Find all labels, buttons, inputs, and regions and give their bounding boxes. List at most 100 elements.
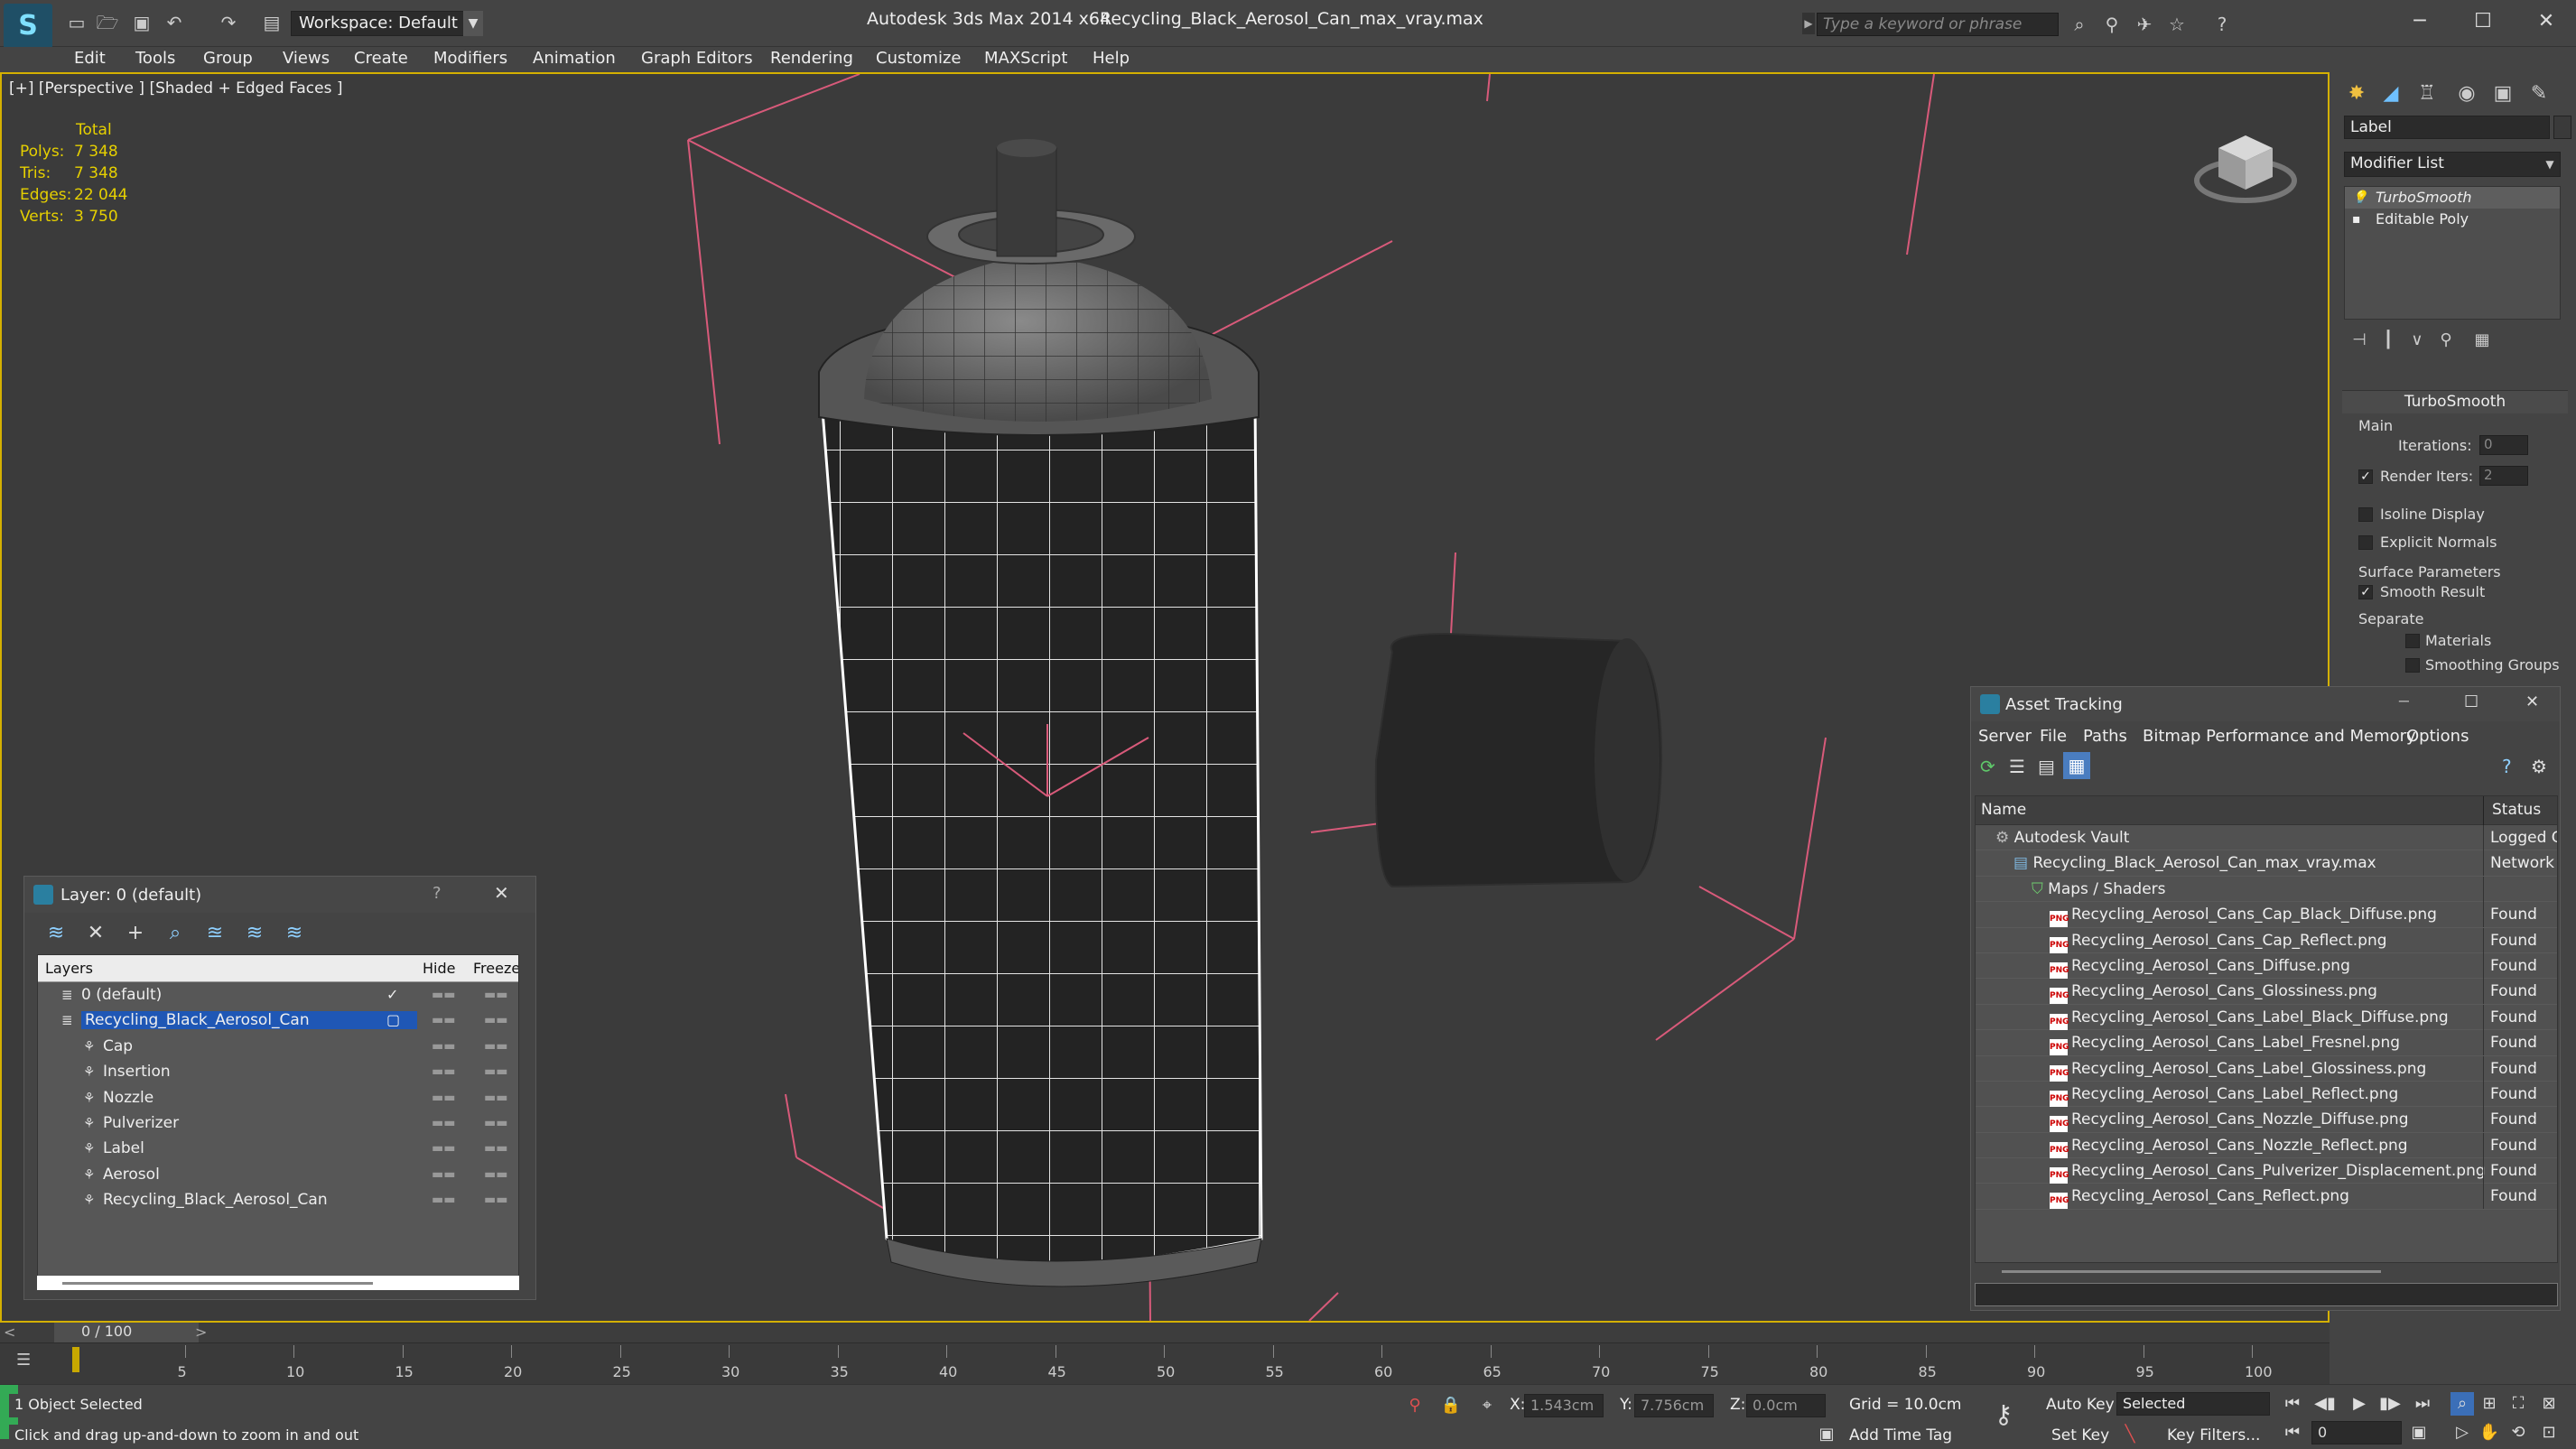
expand-icon[interactable]: ▪ — [2352, 212, 2361, 227]
smoothing-groups-checkbox[interactable] — [2405, 658, 2420, 673]
stack-item-editable-poly[interactable]: ▪ Editable Poly — [2345, 209, 2560, 230]
freeze-toggle[interactable]: ▬▬ — [484, 1091, 507, 1105]
next-frame-icon[interactable]: > — [195, 1324, 207, 1341]
minimize-icon[interactable]: ─ — [2399, 692, 2409, 711]
asset-row[interactable]: PNG Recycling_Aerosol_Cans_Pulverizer_Dis… — [1976, 1158, 2557, 1184]
field-of-view-icon[interactable]: ▷ — [2450, 1421, 2474, 1444]
column-header-status[interactable]: Status — [2492, 801, 2541, 819]
go-to-start-icon[interactable]: ⏮ — [2281, 1392, 2304, 1416]
zoom-extents-all-icon[interactable]: ⊠ — [2537, 1392, 2561, 1416]
redo-icon[interactable]: ↷ — [217, 11, 240, 34]
current-frame-marker[interactable] — [72, 1347, 79, 1372]
hide-toggle[interactable]: ▬▬ — [432, 1116, 455, 1130]
key-filters-button[interactable]: Key Filters... — [2167, 1426, 2260, 1444]
hide-toggle[interactable]: ▬▬ — [432, 1039, 455, 1054]
y-coord-field[interactable]: 7.756cm — [1634, 1394, 1714, 1417]
layer-row[interactable]: ⚘ Pulverizer ▬▬ ▬▬ — [38, 1110, 518, 1136]
mini-curve-editor-icon[interactable]: ☰ — [16, 1351, 31, 1370]
display-tab-icon[interactable]: ▣ — [2487, 78, 2519, 110]
asset-row[interactable]: ⚙ Autodesk Vault Logged O — [1976, 825, 2557, 851]
zoom-all-icon[interactable]: ⊞ — [2478, 1392, 2501, 1416]
maximize-viewport-icon[interactable]: ⊡ — [2537, 1421, 2561, 1444]
layer-row[interactable]: ⚘ Insertion ▬▬ ▬▬ — [38, 1059, 518, 1084]
current-frame-field[interactable]: 0 — [2311, 1421, 2402, 1444]
menu-maxscript[interactable]: MAXScript — [984, 49, 1067, 68]
absolute-mode-icon[interactable]: ⌖ — [1475, 1394, 1499, 1417]
freeze-toggle[interactable]: ▬▬ — [484, 1167, 507, 1182]
hide-toggle[interactable]: ▬▬ — [432, 1091, 455, 1105]
isolate-selection-icon[interactable]: ⚲ — [1403, 1394, 1427, 1417]
freeze-toggle[interactable]: ▬▬ — [484, 988, 507, 1002]
menu-animation[interactable]: Animation — [533, 49, 616, 68]
materials-checkbox[interactable] — [2405, 634, 2420, 648]
workspace-dropdown-arrow-icon[interactable]: ▼ — [463, 11, 483, 36]
utilities-tab-icon[interactable]: ✎ — [2523, 78, 2555, 110]
hide-all-icon[interactable]: ≋ — [241, 920, 268, 947]
remove-modifier-icon[interactable]: ⚲ — [2434, 329, 2458, 352]
list-view-icon[interactable]: ☰ — [2009, 756, 2025, 777]
pin-stack-icon[interactable]: ⊣ — [2348, 329, 2371, 352]
key-mode-icon[interactable]: ╲ — [2118, 1423, 2142, 1446]
z-coord-field[interactable]: 0.0cm — [1746, 1394, 1826, 1417]
modifier-list-dropdown[interactable]: Modifier List — [2344, 152, 2561, 177]
asset-row[interactable]: ▤ Recycling_Black_Aerosol_Can_max_vray.m… — [1976, 850, 2557, 877]
column-header-freeze[interactable]: Freeze — [473, 960, 518, 977]
menu-edit[interactable]: Edit — [74, 49, 106, 68]
asset-menu-paths[interactable]: Paths — [2083, 727, 2127, 746]
menu-tools[interactable]: Tools — [135, 49, 175, 68]
asset-menu-bitmap-performance[interactable]: Bitmap Performance and Memory — [2143, 727, 2416, 746]
add-time-tag[interactable]: Add Time Tag — [1849, 1426, 1952, 1444]
menu-graph-editors[interactable]: Graph Editors — [641, 49, 753, 68]
zoom-icon[interactable]: ⌕ — [2450, 1392, 2474, 1416]
turbosmooth-rollout-header[interactable]: TurboSmooth — [2342, 390, 2568, 413]
scrollbar-thumb[interactable] — [62, 1282, 373, 1285]
asset-row[interactable]: PNG Recycling_Aerosol_Cans_Reflect.png Fou… — [1976, 1184, 2557, 1210]
layer-row[interactable]: ⚘ Aerosol ▬▬ ▬▬ — [38, 1162, 518, 1187]
communication-icon[interactable]: ✈ — [2133, 13, 2156, 36]
help-icon[interactable]: ? — [432, 884, 442, 903]
menu-help[interactable]: Help — [1093, 49, 1130, 68]
subscription-icon[interactable]: ⚲ — [2100, 13, 2124, 36]
freeze-toggle[interactable]: ▬▬ — [484, 1013, 507, 1027]
refresh-icon[interactable]: ⟳ — [1980, 756, 1995, 777]
time-tag-icon[interactable]: ▣ — [1815, 1423, 1838, 1446]
stack-item-turbosmooth[interactable]: 💡 TurboSmooth — [2345, 187, 2560, 209]
modify-tab-icon[interactable]: ◢ — [2375, 78, 2407, 110]
freeze-toggle[interactable]: ▬▬ — [484, 1193, 507, 1207]
highlight-layer-icon[interactable]: ≊ — [201, 920, 228, 947]
column-header-hide[interactable]: Hide — [423, 960, 455, 977]
close-icon[interactable]: ✕ — [2525, 692, 2539, 711]
selection-lock-icon[interactable]: 🔒 — [1439, 1394, 1463, 1417]
asset-row[interactable]: PNG Recycling_Aerosol_Cans_Label_Glossine… — [1976, 1055, 2557, 1082]
asset-row[interactable]: PNG Recycling_Aerosol_Cans_Nozzle_Reflect… — [1976, 1132, 2557, 1159]
render-iters-spinner[interactable]: 2 — [2479, 466, 2528, 486]
column-header-name[interactable]: Name — [1981, 801, 2026, 819]
key-set-dropdown[interactable]: Selected — [2116, 1392, 2270, 1416]
configure-sets-icon[interactable]: ▦ — [2470, 329, 2494, 352]
viewcube[interactable] — [2191, 110, 2300, 209]
freeze-all-icon[interactable]: ≋ — [281, 920, 308, 947]
column-divider[interactable] — [2483, 796, 2484, 825]
layer-row[interactable]: ⚘ Nozzle ▬▬ ▬▬ — [38, 1085, 518, 1110]
time-slider[interactable]: < 0 / 100 > — [0, 1323, 2330, 1342]
hide-toggle[interactable]: ▬▬ — [432, 1064, 455, 1079]
freeze-toggle[interactable]: ▬▬ — [484, 1039, 507, 1054]
undo-icon[interactable]: ↶ — [163, 11, 186, 34]
keyword-search-input[interactable]: Type a keyword or phrase — [1817, 13, 2059, 36]
track-bar[interactable]: ☰ 5 10 15 20 25 30 35 40 45 50 55 60 65 70 75 80 85 90 95 1… — [0, 1342, 2330, 1384]
grid-view-icon[interactable]: ▦ — [2063, 752, 2090, 779]
layer-row[interactable]: ⚘ Label ▬▬ ▬▬ — [38, 1136, 518, 1161]
make-unique-icon[interactable]: ∨ — [2405, 329, 2429, 352]
asset-menu-file[interactable]: File — [2040, 727, 2067, 746]
set-key-icon[interactable]: ⚷ — [1992, 1402, 2015, 1427]
iterations-spinner[interactable]: 0 — [2479, 435, 2528, 455]
render-iters-checkbox[interactable]: ✓ — [2358, 469, 2373, 484]
delete-layer-icon[interactable]: ✕ — [82, 920, 109, 947]
menu-group[interactable]: Group — [203, 49, 253, 68]
asset-row[interactable]: PNG Recycling_Aerosol_Cans_Label_Black_Di… — [1976, 1004, 2557, 1031]
menu-rendering[interactable]: Rendering — [770, 49, 853, 68]
layer-row[interactable]: ≣ 0 (default) ✓ ▬▬ ▬▬ — [38, 982, 518, 1008]
menu-modifiers[interactable]: Modifiers — [433, 49, 507, 68]
orbit-icon[interactable]: ⟲ — [2506, 1421, 2530, 1444]
menu-create[interactable]: Create — [354, 49, 408, 68]
